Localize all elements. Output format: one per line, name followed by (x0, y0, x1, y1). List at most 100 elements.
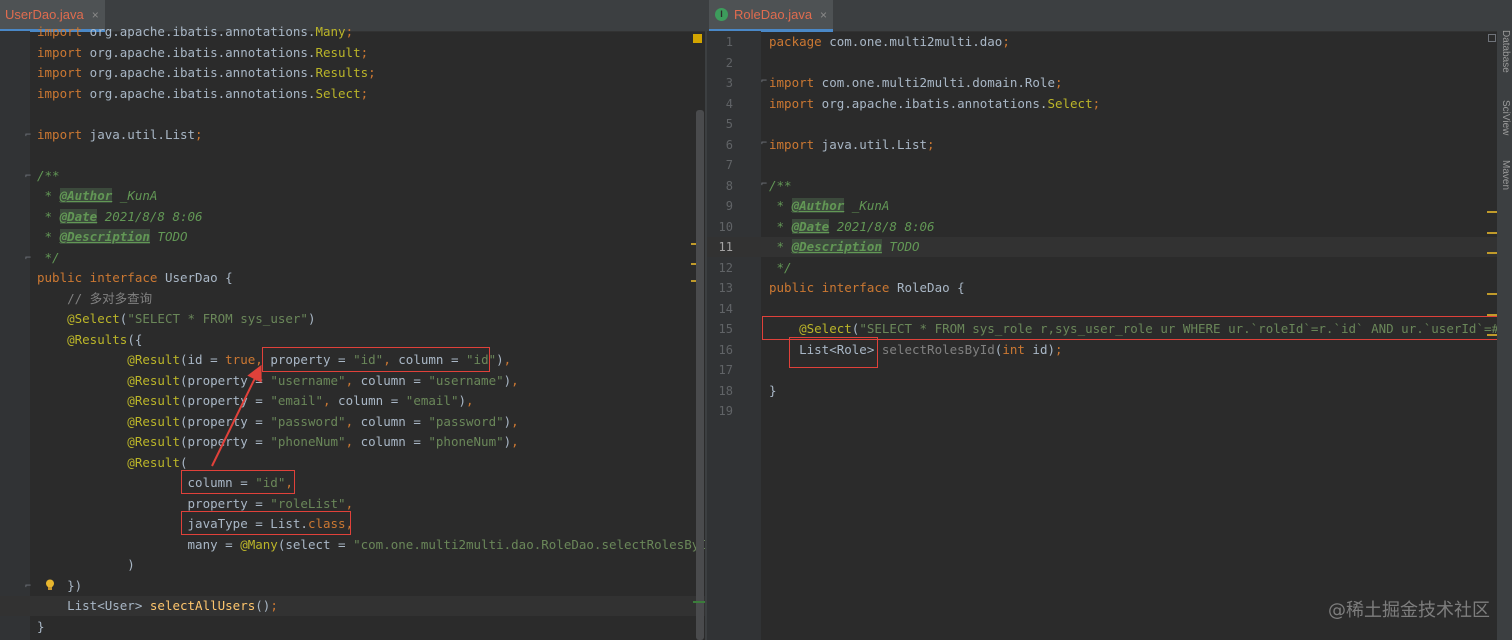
code-token: , (503, 352, 512, 367)
code-token: ; (1054, 75, 1063, 90)
scroll-marker[interactable] (1487, 334, 1497, 336)
inspection-status-icon[interactable] (1488, 34, 1496, 42)
warning-marker[interactable] (693, 34, 702, 43)
line-number: 7 (725, 158, 733, 172)
code-token: @Result (37, 352, 180, 367)
code-line[interactable]: * @Date 2021/8/8 8:06 (0, 207, 705, 227)
code-line[interactable]: column = "id", (0, 473, 705, 493)
code-line[interactable]: @Result(property = "phoneNum", column = … (0, 432, 705, 452)
code-line[interactable]: 14 (707, 299, 1497, 319)
code-line[interactable]: /** (0, 166, 705, 186)
line-number: 13 (718, 281, 733, 295)
scroll-marker[interactable] (1487, 211, 1497, 213)
code-line[interactable]: 19 (707, 401, 1497, 421)
code-text: List<User> selectAllUsers(); (37, 596, 278, 616)
code-line[interactable]: @Result(id = true, property = "id", colu… (0, 350, 705, 370)
code-line[interactable]: 9 * @Author _KunA (707, 196, 1497, 216)
code-line[interactable]: 1 package com.one.multi2multi.dao; (707, 32, 1497, 52)
code-line[interactable]: List<User> selectAllUsers(); (0, 596, 705, 616)
tab-roledao[interactable]: I RoleDao.java × (709, 0, 834, 32)
fold-icon[interactable]: ⌐ (25, 253, 31, 264)
code-line[interactable]: 16 List<Role> selectRolesById(int id); (707, 340, 1497, 360)
code-line[interactable]: @Result( (0, 453, 705, 473)
code-line[interactable]: } (0, 617, 705, 637)
code-line[interactable]: 8 /** (707, 176, 1497, 196)
code-line[interactable]: 5 (707, 114, 1497, 134)
line-number: 10 (718, 219, 733, 234)
code-token: , (345, 495, 354, 511)
code-token: column = (390, 352, 467, 367)
code-token: _KunA (112, 188, 158, 203)
code-line[interactable]: javaType = List.class, (0, 514, 705, 534)
code-line[interactable]: public interface UserDao { (0, 268, 705, 288)
fold-icon[interactable]: ⌐ (25, 130, 31, 141)
code-line[interactable]: * @Description TODO (0, 227, 705, 247)
maven-tool-tab[interactable]: Maven (1500, 160, 1511, 190)
code-line[interactable]: many = @Many(select = "com.one.multi2mul… (0, 535, 706, 555)
fold-icon[interactable]: ⌐ (25, 581, 31, 592)
code-token: */ (37, 249, 60, 265)
code-token: , (345, 434, 354, 449)
code-line[interactable]: 4 import org.apache.ibatis.annotations.Se… (707, 94, 1497, 114)
code-token: java.util.List (814, 136, 928, 152)
code-line[interactable]: 18} (707, 381, 1497, 401)
code-token: public interface (37, 270, 165, 285)
code-line[interactable]: @Result(property = "email", column = "em… (0, 391, 705, 411)
code-line[interactable]: @Result(property = "username", column = … (0, 371, 705, 391)
code-token: selectRolesById (881, 341, 995, 357)
code-line[interactable]: 7 (707, 155, 1497, 175)
code-line[interactable]: import org.apache.ibatis.annotations.Man… (0, 22, 705, 42)
code-line[interactable]: 2 (707, 53, 1497, 73)
scroll-marker[interactable] (1487, 314, 1497, 316)
code-text: import org.apache.ibatis.annotations.Sel… (769, 94, 1100, 114)
code-line[interactable]: }) (0, 576, 705, 596)
code-line[interactable] (0, 104, 705, 124)
code-line[interactable]: * @Author _KunA (0, 186, 705, 206)
sciview-tool-tab[interactable]: SciView (1500, 100, 1511, 135)
code-line[interactable]: 6 import java.util.List; (707, 135, 1497, 155)
code-token: @Result (37, 393, 180, 408)
code-line[interactable]: 17 (707, 360, 1497, 380)
close-icon[interactable]: × (92, 8, 99, 22)
fold-icon[interactable]: ⌐ (761, 138, 767, 149)
code-line[interactable]: // 多对多查询 (0, 289, 705, 309)
code-line[interactable]: 11 * @Description TODO (707, 237, 1497, 257)
code-line[interactable]: 3 import com.one.multi2multi.domain.Role; (707, 73, 1497, 93)
scroll-marker[interactable] (1487, 252, 1497, 254)
code-line[interactable]: @Result(property = "password", column = … (0, 412, 705, 432)
code-token: ({ (127, 331, 143, 347)
code-line[interactable]: import org.apache.ibatis.annotations.Res… (0, 63, 705, 83)
code-token: ) (307, 311, 316, 326)
code-token: property = (37, 495, 271, 511)
fold-icon[interactable]: ⌐ (25, 171, 31, 182)
fold-icon[interactable]: ⌐ (761, 179, 767, 190)
code-token: org.apache.ibatis.annotations. (82, 24, 316, 39)
scroll-marker[interactable] (1487, 232, 1497, 234)
code-token: Results (315, 65, 369, 80)
scroll-marker[interactable] (1487, 293, 1497, 295)
code-token: Select (315, 85, 361, 101)
fold-icon[interactable]: ⌐ (761, 76, 767, 87)
database-tool-tab[interactable]: Database (1500, 30, 1511, 73)
code-line[interactable]: 15 @Select("SELECT * FROM sys_role r,sys… (707, 319, 1497, 339)
code-text: * @Description TODO (769, 237, 920, 257)
close-icon[interactable]: × (820, 8, 827, 22)
code-line[interactable]: @Select("SELECT * FROM sys_user") (0, 309, 705, 329)
code-line[interactable]: 10 * @Date 2021/8/8 8:06 (707, 217, 1497, 237)
code-line[interactable]: 12 */ (707, 258, 1497, 278)
code-line[interactable]: import org.apache.ibatis.annotations.Res… (0, 43, 705, 63)
code-token: org.apache.ibatis.annotations. (814, 95, 1048, 111)
code-line[interactable]: import java.util.List; (0, 125, 705, 145)
line-number: 12 (718, 260, 733, 275)
code-line[interactable]: import org.apache.ibatis.annotations.Sel… (0, 84, 705, 104)
code-token: java.util.List (82, 126, 196, 142)
left-scrollbar[interactable] (696, 110, 704, 640)
code-line[interactable]: ) (0, 555, 705, 575)
code-line[interactable]: 13 public interface RoleDao { (707, 278, 1497, 298)
code-text: ) (37, 555, 135, 575)
code-line[interactable]: */ (0, 248, 705, 268)
code-line[interactable]: @Results({ (0, 330, 705, 350)
code-line[interactable]: property = "roleList", (0, 494, 705, 514)
code-line[interactable] (0, 145, 705, 165)
lightbulb-icon[interactable] (45, 579, 55, 591)
